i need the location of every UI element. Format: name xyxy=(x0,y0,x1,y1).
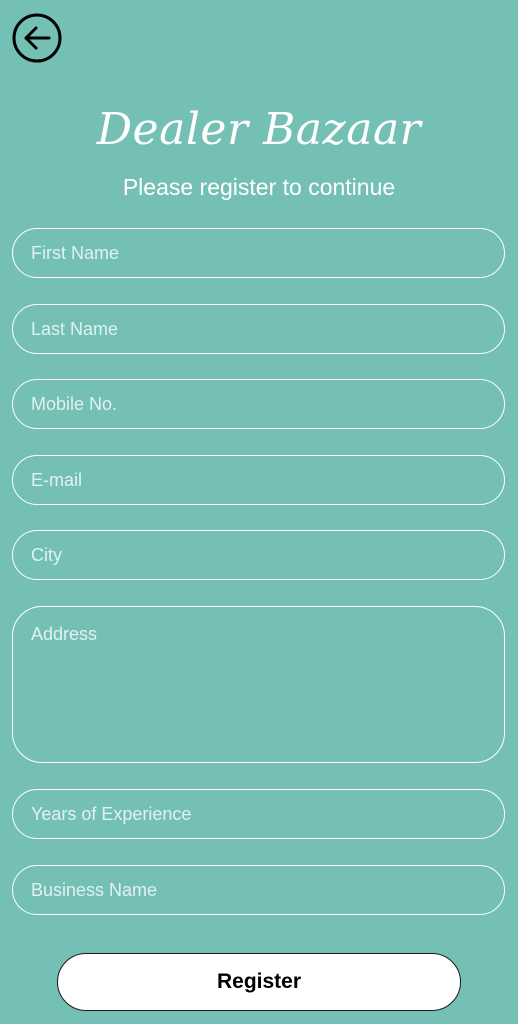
arrow-left-circle-icon xyxy=(12,13,62,63)
register-button[interactable]: Register xyxy=(57,953,461,1011)
experience-field[interactable] xyxy=(12,789,505,839)
back-button[interactable] xyxy=(12,13,62,63)
last-name-field[interactable] xyxy=(12,304,505,354)
address-field[interactable] xyxy=(12,606,505,763)
city-field[interactable] xyxy=(12,530,505,580)
email-field[interactable] xyxy=(12,455,505,505)
page-subtitle: Please register to continue xyxy=(122,174,396,200)
business-name-field[interactable] xyxy=(12,865,505,915)
brand-title: Dealer Bazaar xyxy=(96,104,422,155)
mobile-field[interactable] xyxy=(12,379,505,429)
first-name-field[interactable] xyxy=(12,228,505,278)
